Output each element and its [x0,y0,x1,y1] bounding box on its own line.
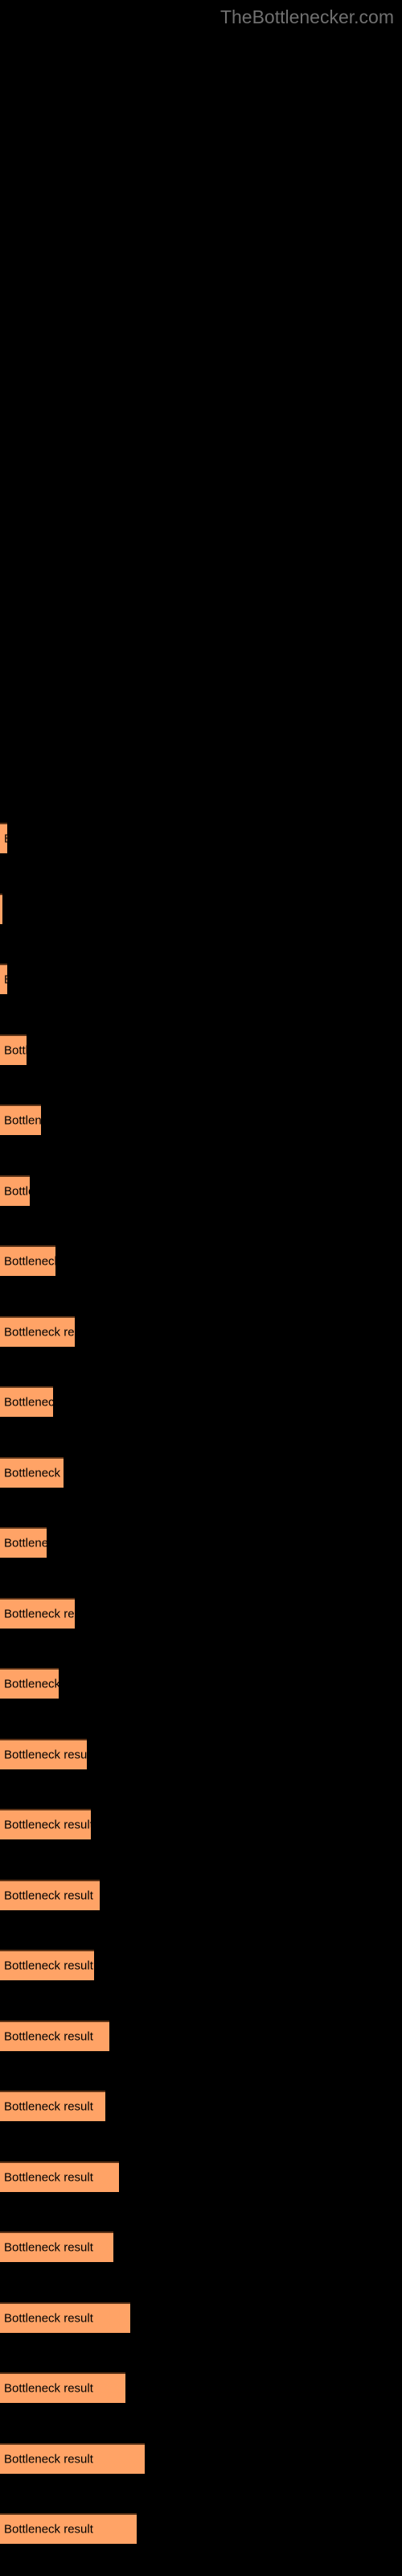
bar-row: Bottleneck result [0,2513,402,2544]
bar-row: Bottleneck result [0,2302,402,2333]
bar-10[interactable]: Bottleneck result [0,1457,64,1488]
bar-21[interactable]: Bottleneck result [0,2231,113,2262]
bar-1[interactable]: Bottleneck result [0,823,7,853]
bar-label: Bottleneck result [4,974,7,986]
bar-9[interactable]: Bottleneck result [0,1386,53,1417]
bar-19[interactable]: Bottleneck result [0,2091,105,2121]
bar-25[interactable]: Bottleneck result [0,2513,137,2544]
bar-row: Bottleneck result [0,2231,402,2262]
bar-label: Bottleneck result [4,2452,93,2467]
bar-row: Bottleneck result [0,1880,402,1910]
bar-4[interactable]: Bottleneck result [0,1034,27,1065]
bar-label: Bottleneck result [4,1607,75,1621]
bar-row: Bottleneck result [0,1034,402,1065]
bar-label: Bottleneck result [4,1184,30,1199]
bar-17[interactable]: Bottleneck result [0,1950,94,1980]
bar-row: Bottleneck result [0,2091,402,2121]
bar-row: Bottleneck result [0,2443,402,2474]
bar-row: Bottleneck result [0,823,402,853]
bar-label: Bottleneck result [4,1889,93,1903]
bar-row: Bottleneck result [0,894,402,924]
bar-label: Bottleneck result [4,2311,93,2326]
bar-label: Bottleneck result [4,1043,27,1058]
bar-row: Bottleneck result [0,1668,402,1699]
bar-label: Bottleneck result [4,2029,93,2044]
bar-row: Bottleneck result [0,2372,402,2403]
bar-label: Bottleneck result [4,1254,55,1269]
bar-5[interactable]: Bottleneck result [0,1104,41,1135]
bar-6[interactable]: Bottleneck result [0,1175,30,1206]
bar-row: Bottleneck result [0,964,402,994]
bar-20[interactable]: Bottleneck result [0,2161,119,2192]
bar-7[interactable]: Bottleneck result [0,1245,55,1276]
bar-row: Bottleneck result [0,2161,402,2192]
bar-11[interactable]: Bottleneck result [0,1527,47,1558]
bar-row: Bottleneck result [0,1104,402,1135]
bar-label: Bottleneck result [4,1959,93,1973]
bar-2[interactable]: Bottleneck result [0,894,2,924]
bar-16[interactable]: Bottleneck result [0,1880,100,1910]
bar-label: Bottleneck result [4,1395,53,1410]
bar-row: Bottleneck result [0,2021,402,2051]
bar-label: Bottleneck result [4,2240,93,2255]
bar-22[interactable]: Bottleneck result [0,2302,130,2333]
bar-row: Bottleneck result [0,1527,402,1558]
bar-label: Bottleneck result [4,1113,41,1128]
bar-3[interactable]: Bottleneck result [0,964,7,994]
bar-row: Bottleneck result [0,1598,402,1629]
bar-label: Bottleneck result [4,833,7,845]
bar-23[interactable]: Bottleneck result [0,2372,125,2403]
bar-chart-plot-area: Bottleneck result Bottleneck result Bottle… [0,0,402,2576]
bar-13[interactable]: Bottleneck result [0,1668,59,1699]
bar-row: Bottleneck result [0,1457,402,1488]
bar-row: Bottleneck result [0,1950,402,1980]
bar-24[interactable]: Bottleneck result [0,2443,145,2474]
bar-row: Bottleneck result [0,1175,402,1206]
bar-18[interactable]: Bottleneck result [0,2021,109,2051]
bar-label: Bottleneck result [4,1466,64,1480]
bar-8[interactable]: Bottleneck result [0,1316,75,1347]
bar-label: Bottleneck result [4,1536,47,1550]
bar-label: Bottleneck result [4,2522,93,2537]
bar-row: Bottleneck result [0,1809,402,1839]
bar-label: Bottleneck result [4,1325,75,1340]
bar-label: Bottleneck result [4,1748,87,1762]
bar-row: Bottleneck result [0,1316,402,1347]
bar-label: Bottleneck result [4,2381,93,2396]
bar-label: Bottleneck result [4,1677,59,1691]
bar-row: Bottleneck result [0,1386,402,1417]
bar-label: Bottleneck result [4,2099,93,2114]
bar-12[interactable]: Bottleneck result [0,1598,75,1629]
bar-15[interactable]: Bottleneck result [0,1809,91,1839]
bar-label: Bottleneck result [4,2170,93,2185]
bar-14[interactable]: Bottleneck result [0,1739,87,1769]
bar-label: Bottleneck result [4,1818,91,1832]
bar-row: Bottleneck result [0,1245,402,1276]
bar-row: Bottleneck result [0,1739,402,1769]
